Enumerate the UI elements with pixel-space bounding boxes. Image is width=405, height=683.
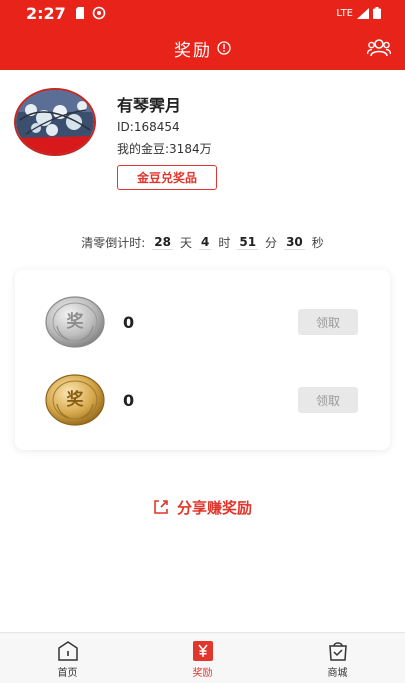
info-icon[interactable]: [217, 41, 231, 55]
tab-rewards[interactable]: 奖励: [135, 633, 270, 683]
countdown-hours-unit: 时: [218, 235, 231, 250]
avatar-image: [16, 90, 94, 154]
home-icon: [57, 641, 78, 661]
countdown-seconds: 30: [284, 234, 305, 250]
share-icon: [154, 500, 168, 514]
avatar[interactable]: [14, 88, 96, 156]
signal-icon: [357, 7, 369, 19]
tab-home[interactable]: 首页: [0, 633, 135, 683]
user-id: ID:168454: [117, 120, 180, 134]
countdown-minutes: 51: [237, 234, 259, 250]
user-coins: 我的金豆:3184万: [117, 142, 212, 156]
reward-row-silver: 奖 0 领取: [15, 284, 390, 362]
app-header: 奖励: [0, 26, 405, 70]
reward-row-gold: 奖 0 领取: [15, 362, 390, 440]
rewards-card: 奖 0 领取 奖 0 领取: [15, 270, 390, 450]
silver-medal-glyph: 奖: [67, 311, 85, 332]
countdown-days-unit: 天: [179, 235, 192, 250]
profile-section: 有琴霁月 ID:168454 我的金豆:3184万 金豆兑奖品: [0, 70, 405, 200]
tab-rewards-label: 奖励: [192, 668, 213, 679]
status-bar: 2:27 LTE: [0, 0, 405, 26]
silver-reward-count: 0: [123, 313, 135, 332]
redeem-coins-button[interactable]: 金豆兑奖品: [117, 165, 217, 190]
page-title: 奖励: [174, 40, 212, 61]
shopping-bag-icon: [328, 642, 347, 661]
claim-gold-button[interactable]: 领取: [298, 387, 358, 413]
status-right: LTE: [336, 7, 381, 19]
silver-medal-icon: 奖: [45, 296, 105, 348]
countdown-hours: 4: [198, 234, 212, 250]
users-icon[interactable]: [366, 37, 392, 59]
status-time: 2:27: [26, 3, 66, 23]
gold-medal-glyph: 奖: [67, 389, 85, 410]
countdown-minutes-unit: 分: [265, 235, 278, 250]
battery-icon: [373, 7, 381, 19]
gold-reward-count: 0: [123, 391, 135, 410]
gold-medal-icon: 奖: [45, 374, 105, 426]
countdown-seconds-unit: 秒: [311, 235, 324, 250]
sync-icon: [92, 6, 106, 20]
sim-card-icon: [75, 7, 84, 19]
share-label: 分享赚奖励: [176, 498, 252, 517]
tab-mall-label: 商城: [327, 668, 348, 679]
countdown-days: 28: [152, 234, 173, 250]
tab-home-label: 首页: [57, 668, 78, 679]
network-type: LTE: [336, 7, 353, 19]
tab-mall[interactable]: 商城: [270, 633, 405, 683]
status-notification-icons: [75, 6, 106, 20]
reset-countdown: 清零倒计时: 28 天 4 时 51 分 30 秒: [0, 233, 405, 251]
bottom-tab-bar: 首页 奖励 商城: [0, 632, 405, 683]
share-earn-button[interactable]: 分享赚奖励: [0, 496, 405, 518]
claim-silver-button[interactable]: 领取: [298, 309, 358, 335]
rewards-tab-icon: [192, 641, 213, 661]
countdown-label: 清零倒计时:: [81, 235, 146, 250]
user-name: 有琴霁月: [117, 96, 182, 115]
